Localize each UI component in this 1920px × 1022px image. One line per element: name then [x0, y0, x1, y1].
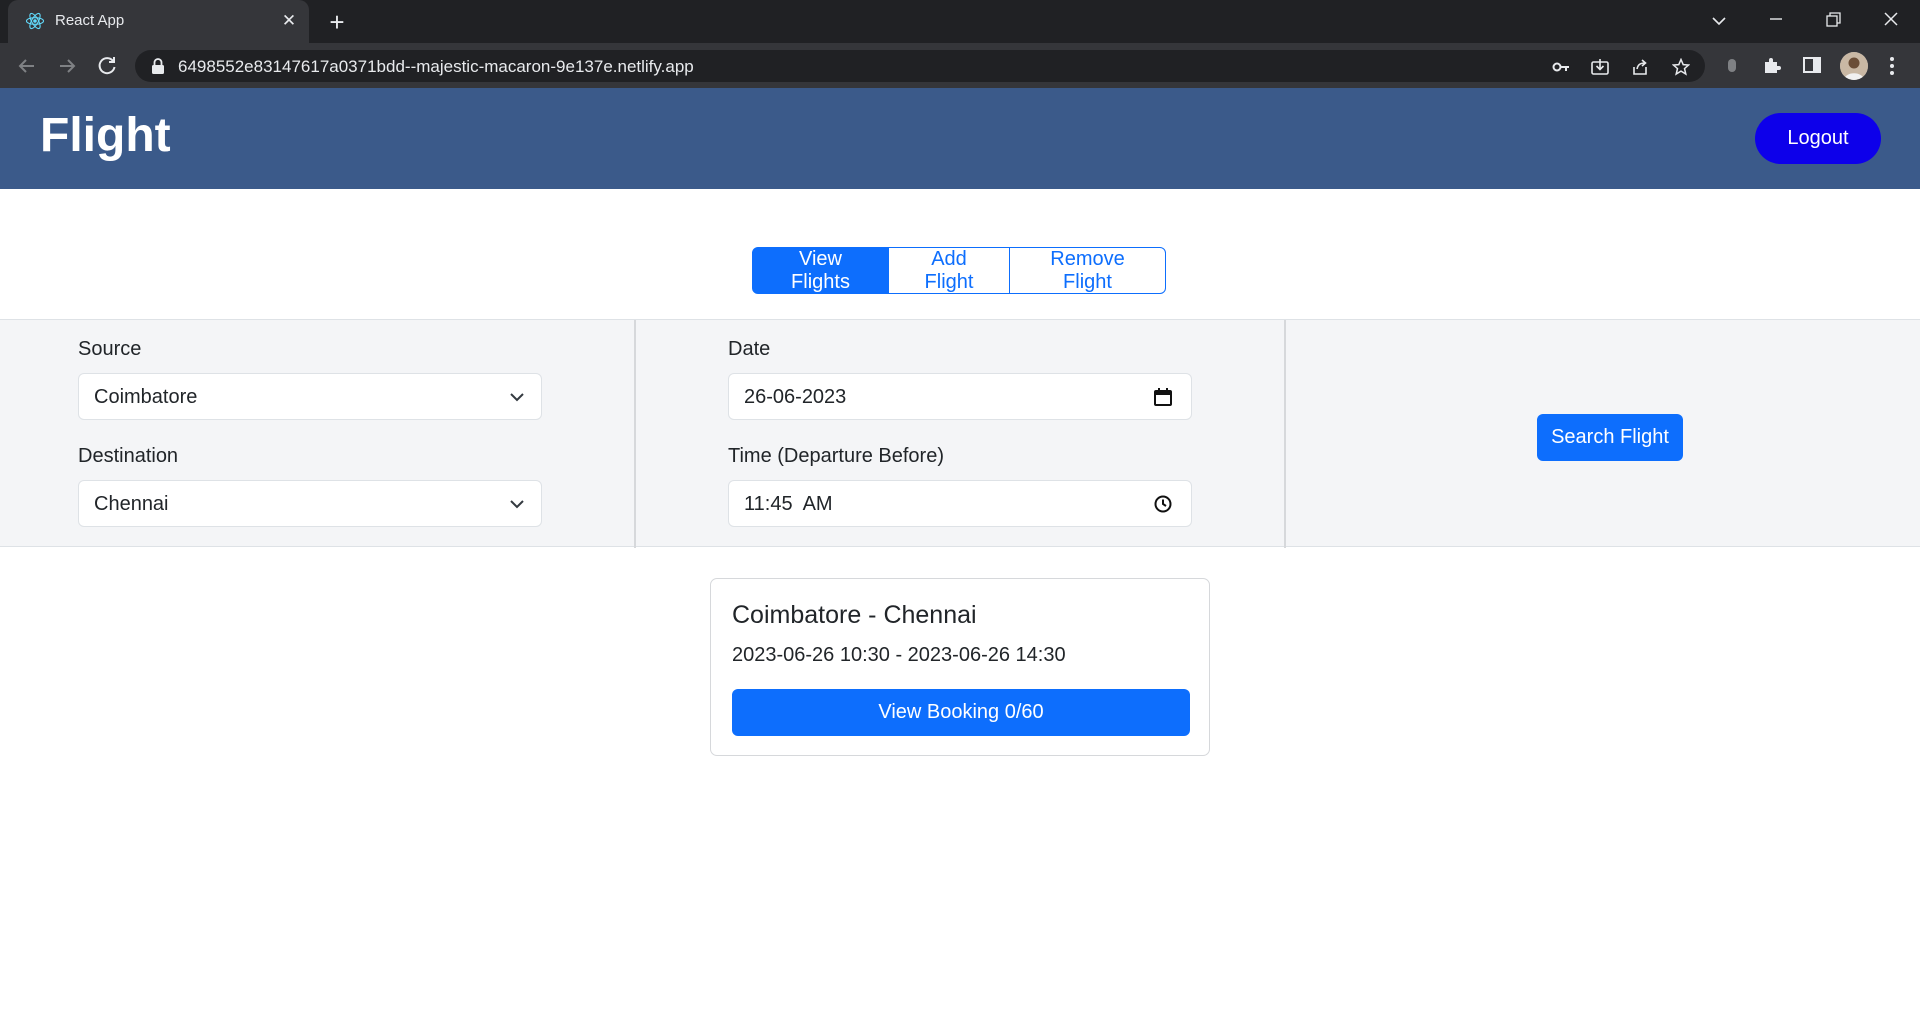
new-tab-icon[interactable]: + — [324, 9, 350, 35]
source-select[interactable]: Coimbatore — [78, 373, 542, 420]
search-flight-button[interactable]: Search Flight — [1537, 414, 1683, 461]
lock-icon — [152, 58, 164, 74]
profile-photo-icon — [1840, 52, 1868, 80]
browser-toolbar: 6498552e83147617a0371bdd--majestic-macar… — [0, 43, 1920, 88]
share-icon[interactable] — [1631, 58, 1649, 76]
column-divider — [634, 320, 636, 548]
restore-icon[interactable] — [1813, 6, 1853, 36]
url-text: 6498552e83147617a0371bdd--majestic-macar… — [178, 57, 694, 76]
tab-remove-flight[interactable]: Remove Flight — [1009, 247, 1166, 294]
tab-add-flight[interactable]: Add Flight — [888, 247, 1010, 294]
chevron-down-icon — [510, 393, 524, 402]
tab-search-icon[interactable] — [1699, 6, 1739, 36]
forward-arrow-icon[interactable] — [53, 52, 81, 80]
time-input[interactable]: 11:45 AM — [728, 480, 1192, 527]
react-logo-icon — [25, 12, 45, 30]
flight-route: Coimbatore - Chennai — [732, 601, 977, 629]
flight-card: Coimbatore - Chennai 2023-06-26 10:30 - … — [710, 578, 1210, 756]
search-panel: Source Coimbatore Destination Chennai Da… — [0, 319, 1920, 548]
view-booking-button[interactable]: View Booking 0/60 — [732, 689, 1190, 736]
extensions-puzzle-icon[interactable] — [1761, 54, 1783, 76]
date-value: 26-06-2023 — [744, 386, 847, 408]
address-bar[interactable]: 6498552e83147617a0371bdd--majestic-macar… — [135, 50, 1705, 82]
tab-view-flights[interactable]: View Flights — [752, 247, 889, 294]
side-panel-icon[interactable] — [1801, 54, 1823, 76]
close-window-icon[interactable] — [1871, 6, 1911, 36]
logout-button[interactable]: Logout — [1755, 113, 1881, 164]
date-label: Date — [728, 338, 771, 360]
key-icon[interactable] — [1552, 58, 1570, 76]
column-divider — [1284, 320, 1286, 548]
chevron-down-icon — [510, 500, 524, 509]
reload-icon[interactable] — [93, 52, 121, 80]
extension-status-icon[interactable] — [1721, 54, 1743, 76]
back-arrow-icon[interactable] — [13, 52, 41, 80]
brand-title: Flight — [40, 109, 171, 162]
profile-avatar[interactable] — [1840, 52, 1868, 80]
app-navbar: Flight Logout — [0, 88, 1920, 189]
time-label: Time (Departure Before) — [728, 445, 944, 467]
bookmark-star-icon[interactable] — [1672, 58, 1690, 76]
flight-times: 2023-06-26 10:30 - 2023-06-26 14:30 — [732, 644, 1066, 666]
date-input[interactable]: 26-06-2023 — [728, 373, 1192, 420]
menu-kebab-icon[interactable] — [1888, 55, 1896, 77]
calendar-icon[interactable] — [1153, 387, 1173, 407]
minimize-icon[interactable] — [1756, 6, 1796, 36]
destination-value: Chennai — [94, 493, 169, 515]
destination-label: Destination — [78, 445, 179, 467]
view-tabs: View Flights Add Flight Remove Flight — [752, 247, 1166, 294]
destination-select[interactable]: Chennai — [78, 480, 542, 527]
time-value: 11:45 AM — [744, 493, 833, 515]
source-value: Coimbatore — [94, 386, 198, 408]
clock-icon[interactable] — [1153, 494, 1173, 514]
browser-tab[interactable]: React App ✕ — [8, 0, 309, 43]
tab-title: React App — [55, 12, 125, 29]
browser-tabstrip: React App ✕ + — [0, 0, 1920, 43]
install-app-icon[interactable] — [1591, 58, 1609, 76]
close-tab-icon[interactable]: ✕ — [279, 11, 299, 31]
source-label: Source — [78, 338, 142, 360]
